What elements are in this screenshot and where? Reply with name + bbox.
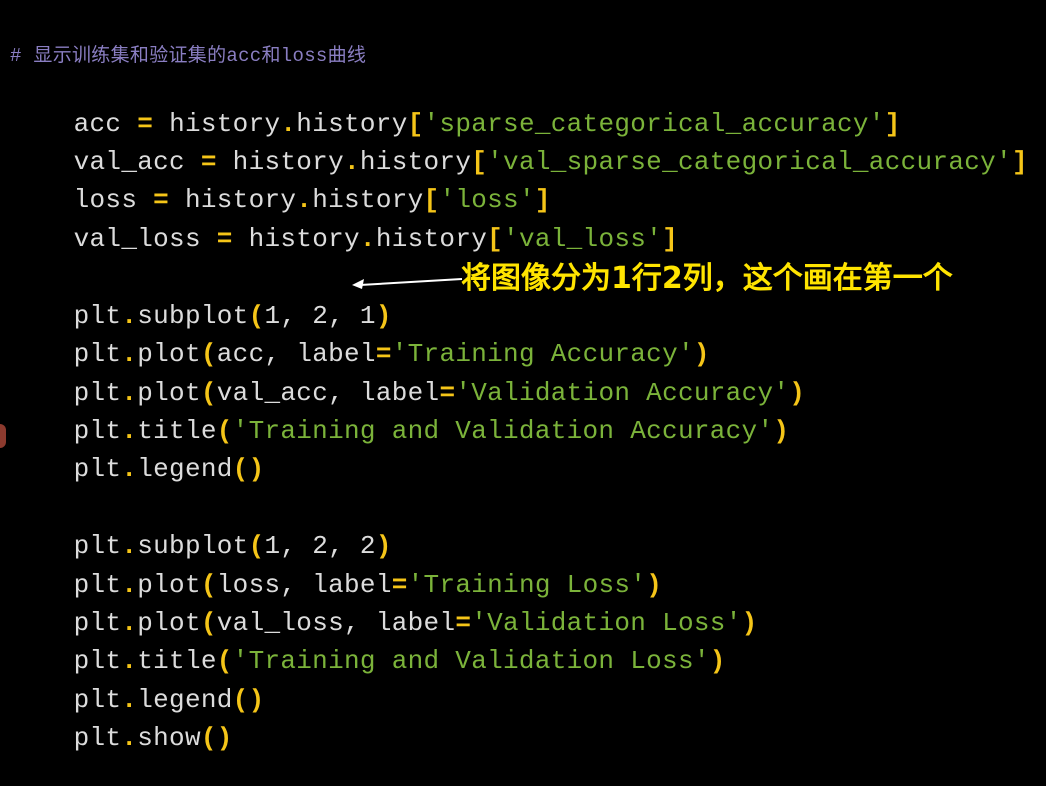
token-dot: . [121,723,138,753]
code-line-title-acc: plt.title('Training and Validation Accur… [10,383,789,446]
token-paren: () [200,723,233,753]
token-bracket: ] [1011,147,1028,177]
annotation-text: 将图像分为1行2列，这个画在第一个 [461,261,953,296]
token-string: 'val_loss' [503,224,663,254]
token-paren: ) [709,646,726,676]
token-obj: history [248,224,360,254]
code-line-show: plt.show() [10,690,233,753]
code-line-plot-val-acc: plt.plot(val_acc, label='Validation Accu… [10,345,805,408]
token-obj: plt [73,723,122,753]
token-bracket: [ [487,224,504,254]
token-string: 'val_sparse_categorical_accuracy' [487,147,1012,177]
token-bracket: ] [662,224,678,254]
code-line-subplot-2: plt.subplot(1, 2, 2) [10,498,392,561]
code-comment: # 显示训练集和验证集的acc和loss曲线 [10,45,367,67]
token-paren: ) [789,378,806,408]
token-attr: history [375,224,488,254]
token-string: 'Training and Validation Loss' [232,646,710,676]
token-var: val_loss [73,224,201,254]
token-fn: legend [137,454,233,484]
token-obj: plt [73,454,122,484]
token-paren: ) [773,416,790,446]
code-line-subplot-1: plt.subplot(1, 2, 1) [10,268,392,331]
code-line-val-loss: val_loss = history.history['val_loss'] [10,191,678,254]
code-line-legend-2: plt.legend() [10,652,265,715]
code-editor[interactable]: # 显示训练集和验证集的acc和loss曲线 acc = history.his… [0,0,1046,753]
annotation-arrow-icon [352,278,462,289]
pointer-marker [0,424,6,448]
code-line-loss: loss = history.history['loss'] [10,152,551,215]
token-paren: ) [741,608,758,638]
token-paren: () [232,685,265,715]
token-dot: . [359,224,376,254]
token-paren: () [232,454,265,484]
code-line-acc: acc = history.history['sparse_categorica… [10,76,901,139]
token-dot: . [121,454,138,484]
token-fn: show [137,723,201,753]
code-line-plot-acc: plt.plot(acc, label='Training Accuracy') [10,306,710,369]
code-line-title-loss: plt.title('Training and Validation Loss'… [10,613,726,676]
token-op: = [200,224,249,254]
token-string: 'Training and Validation Accuracy' [232,416,774,446]
code-line-val-acc: val_acc = history.history['val_sparse_ca… [10,114,1028,177]
code-line-plot-loss: plt.plot(loss, label='Training Loss') [10,537,662,600]
code-line-legend-1: plt.legend() [10,421,265,484]
code-line-plot-val-loss: plt.plot(val_loss, label='Validation Los… [10,575,758,638]
